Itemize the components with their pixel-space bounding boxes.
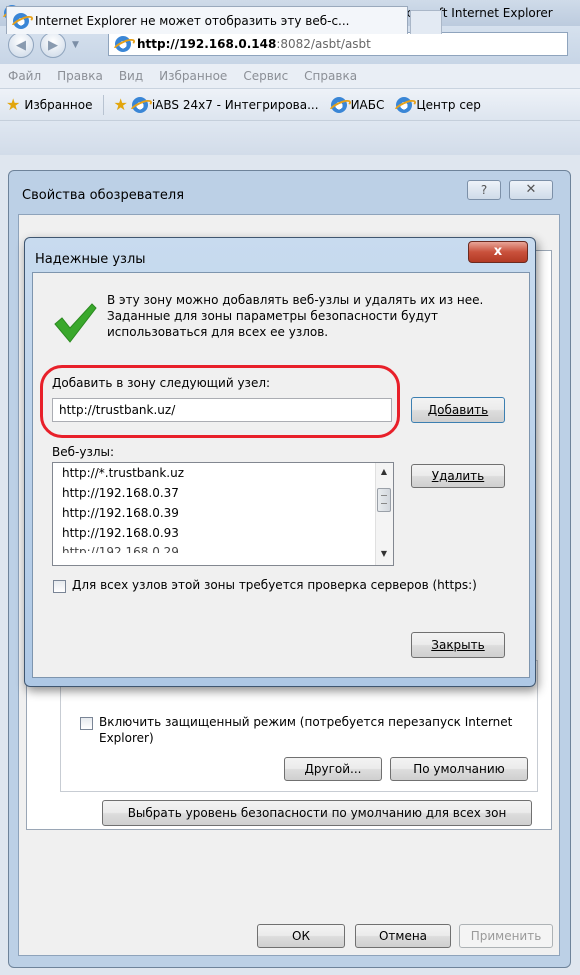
- cancel-button[interactable]: Отмена: [355, 924, 451, 948]
- ie-page-icon: [131, 96, 148, 113]
- dialog-close-button[interactable]: x: [468, 241, 528, 263]
- list-item[interactable]: http://192.168.0.29: [53, 543, 393, 553]
- menu-bar: Файл Правка Вид Избранное Сервис Справка: [0, 64, 580, 89]
- reset-all-zones-button[interactable]: Выбрать уровень безопасности по умолчани…: [102, 800, 532, 826]
- favorite-item-center[interactable]: Центр сер: [396, 96, 481, 113]
- ie-page-icon: [396, 96, 413, 113]
- zone-info-text: В эту зону можно добавлять веб-узлы и уд…: [107, 293, 484, 339]
- require-https-checkbox[interactable]: [53, 580, 66, 593]
- scroll-up-icon[interactable]: ▲: [377, 465, 391, 479]
- favorite-label: iABS 24x7 - Интегрирова...: [151, 97, 319, 112]
- list-item[interactable]: http://192.168.0.37: [53, 483, 393, 503]
- dialog-close-bottom-label: Закрыть: [431, 638, 485, 652]
- ie-page-icon: [330, 96, 347, 113]
- remove-site-button-label: Удалить: [431, 469, 485, 483]
- add-site-button[interactable]: Добавить: [411, 397, 505, 423]
- red-highlight-annotation: [40, 365, 400, 438]
- list-item[interactable]: http://192.168.0.93: [53, 523, 393, 543]
- custom-level-button[interactable]: Другой...: [284, 757, 382, 781]
- favorites-separator: [102, 94, 104, 115]
- protected-mode-checkbox[interactable]: [80, 717, 93, 730]
- apply-button: Применить: [459, 924, 553, 948]
- add-site-button-label: Добавить: [427, 403, 489, 417]
- menu-edit[interactable]: Правка: [57, 69, 103, 83]
- checkmark-icon: [54, 303, 97, 343]
- tab-bar: [0, 121, 580, 155]
- remove-site-button[interactable]: Удалить: [411, 464, 505, 488]
- page-icon: [115, 36, 131, 52]
- back-button[interactable]: ◀: [8, 32, 34, 58]
- list-item[interactable]: http://*.trustbank.uz: [53, 463, 393, 483]
- dialog-close-bottom-button[interactable]: Закрыть: [411, 632, 505, 658]
- favorites-bar: ★ Избранное ★ iABS 24x7 - Интегрирова...…: [0, 89, 580, 121]
- menu-file[interactable]: Файл: [8, 69, 41, 83]
- tab-title: Internet Explorer не может отобразить эт…: [35, 13, 350, 28]
- favorites-star-icon: ★: [6, 95, 21, 114]
- list-item[interactable]: http://192.168.0.39: [53, 503, 393, 523]
- address-bar[interactable]: http://192.168.0.148:8082/asbt/asbt: [108, 32, 568, 56]
- favorite-label: Центр сер: [416, 97, 481, 112]
- help-button[interactable]: ?: [467, 180, 501, 200]
- dialog-title: Надежные узлы: [35, 252, 146, 267]
- favorite-item-iabs-ru[interactable]: ИАБС: [330, 96, 385, 113]
- options-close-button[interactable]: ✕: [509, 180, 553, 200]
- internet-options-title: Свойства обозревателя: [22, 188, 185, 203]
- scroll-down-icon[interactable]: ▼: [377, 547, 391, 561]
- favorite-item-iabs[interactable]: iABS 24x7 - Интегрирова...: [131, 96, 319, 113]
- history-dropdown-icon[interactable]: ▼: [72, 40, 79, 50]
- new-tab-button[interactable]: [410, 10, 442, 34]
- menu-help[interactable]: Справка: [304, 69, 357, 83]
- address-host: http://192.168.0.148: [137, 37, 277, 51]
- menu-view[interactable]: Вид: [119, 69, 143, 83]
- address-url: http://192.168.0.148:8082/asbt/asbt: [137, 37, 371, 51]
- address-path: :8082/asbt/asbt: [276, 37, 371, 51]
- menu-tools[interactable]: Сервис: [243, 69, 288, 83]
- favorites-button[interactable]: Избранное: [24, 98, 92, 112]
- websites-label: Веб-узлы:: [52, 445, 115, 459]
- menu-favorites[interactable]: Избранное: [159, 69, 227, 83]
- scroll-grip-icon: [381, 495, 387, 504]
- forward-button[interactable]: ▶: [40, 32, 66, 58]
- ok-button[interactable]: ОК: [257, 924, 345, 948]
- tab-current[interactable]: Internet Explorer не может отобразить эт…: [6, 6, 408, 34]
- default-level-button[interactable]: По умолчанию: [390, 757, 528, 781]
- websites-list[interactable]: http://*.trustbank.uz http://192.168.0.3…: [52, 462, 394, 566]
- require-https-label: Для всех узлов этой зоны требуется прове…: [72, 578, 477, 592]
- protected-mode-label: Включить защищенный режим (потребуется п…: [99, 715, 513, 745]
- add-favorite-icon[interactable]: ★: [114, 95, 128, 114]
- favorite-label: ИАБС: [350, 97, 385, 112]
- tab-page-icon: [13, 12, 29, 29]
